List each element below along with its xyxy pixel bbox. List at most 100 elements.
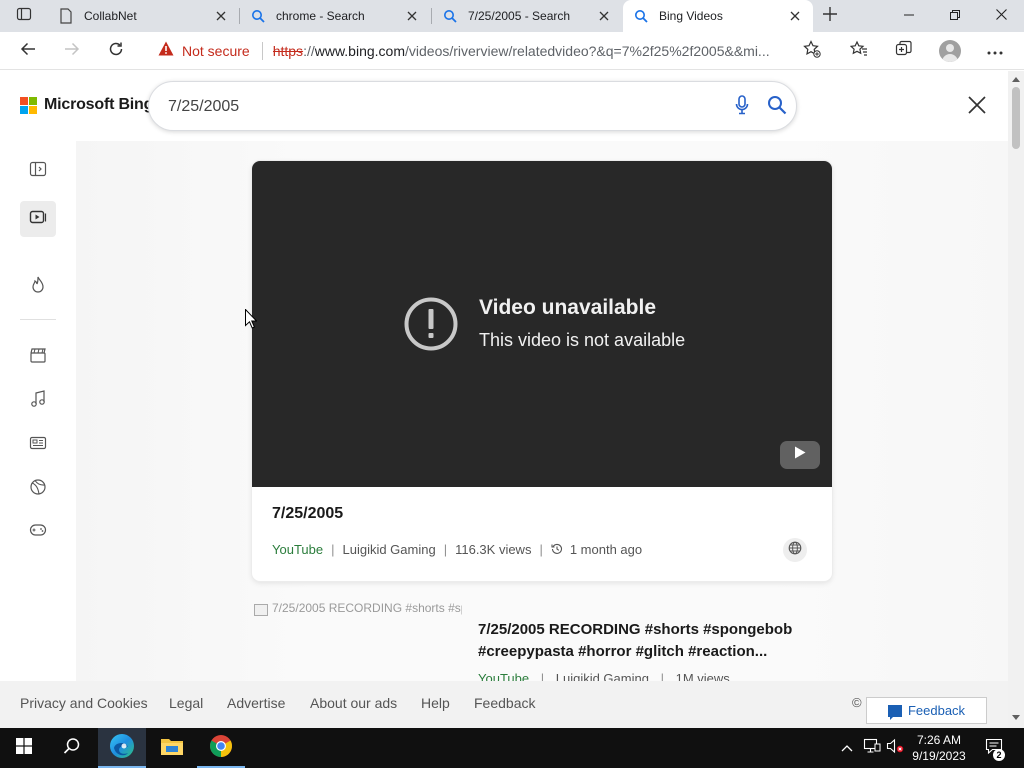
tab-collabnet[interactable]: CollabNet (48, 0, 239, 32)
related-video-channel[interactable]: Luigikid Gaming (556, 671, 649, 681)
taskbar-clock[interactable]: 7:26 AM 9/19/2023 (903, 732, 975, 764)
close-icon (995, 7, 1007, 25)
tab-chrome-search[interactable]: chrome - Search (240, 0, 430, 32)
video-source[interactable]: YouTube (272, 542, 323, 557)
taskbar-chrome-button[interactable] (197, 728, 245, 768)
tab-close-icon[interactable] (787, 8, 803, 24)
minimize-icon (904, 7, 914, 25)
add-favorite-button[interactable] (796, 35, 828, 67)
windows-logo-icon (16, 737, 32, 759)
search-box (148, 81, 797, 131)
restore-button[interactable] (932, 0, 978, 32)
browser-toolbar: Not secure https://www.bing.com/videos/r… (0, 32, 1024, 70)
footer-link-legal[interactable]: Legal (169, 695, 203, 711)
feedback-chat-icon (887, 704, 902, 720)
video-card: Video unavailable This video is not avai… (252, 161, 832, 581)
network-monitor-icon (863, 738, 881, 759)
related-video-source[interactable]: YouTube (478, 671, 529, 681)
news-icon (29, 435, 47, 456)
meta-divider: | (443, 541, 448, 557)
tab-actions-icon (16, 6, 32, 27)
tab-strip: CollabNet chrome - Search 7/25/2005 - Se… (0, 0, 1024, 32)
footer-link-help[interactable]: Help (421, 695, 450, 711)
youtube-play-button[interactable] (780, 441, 820, 469)
related-video-item[interactable]: 7/25/2005 RECORDING #shorts #spongebob 7… (252, 601, 832, 681)
profile-avatar[interactable] (939, 40, 961, 62)
search-icon (63, 737, 81, 760)
video-title[interactable]: 7/25/2005 (272, 505, 343, 523)
show-hidden-icons-button[interactable] (836, 728, 858, 768)
play-triangle-icon (794, 446, 806, 464)
taskbar-edge-button[interactable] (98, 728, 146, 768)
feedback-button[interactable]: Feedback (866, 697, 987, 724)
tab-actions-button[interactable] (0, 0, 48, 32)
network-button[interactable] (860, 728, 884, 768)
tab-date-search[interactable]: 7/25/2005 - Search (432, 0, 622, 32)
refresh-button[interactable] (100, 35, 132, 67)
video-meta: YouTube | Luigikid Gaming | 116.3K views… (272, 541, 642, 557)
address-bar[interactable]: Not secure https://www.bing.com/videos/r… (146, 36, 828, 66)
tab-title: chrome - Search (276, 9, 365, 23)
url-scheme: https (272, 43, 304, 59)
nav-trending-button[interactable] (20, 269, 56, 305)
nav-sports-button[interactable] (20, 471, 56, 507)
clock-date: 9/19/2023 (912, 749, 966, 763)
music-note-icon (30, 389, 46, 413)
related-video-thumbnail[interactable]: 7/25/2005 RECORDING #shorts #spongebob (252, 601, 462, 681)
start-button[interactable] (0, 728, 48, 768)
settings-menu-button[interactable] (979, 35, 1011, 67)
scroll-down-arrow-icon[interactable] (1012, 715, 1020, 720)
page-scrollbar[interactable] (1008, 71, 1024, 728)
search-input[interactable] (168, 97, 708, 117)
taskbar-file-explorer-button[interactable] (148, 728, 196, 768)
meta-divider: | (540, 671, 545, 681)
tab-bing-videos[interactable]: Bing Videos (623, 0, 813, 32)
chevron-up-icon (841, 739, 853, 757)
tab-close-icon[interactable] (404, 8, 420, 24)
not-secure-indicator[interactable]: Not secure (158, 41, 250, 61)
back-button[interactable] (12, 35, 44, 67)
nav-videos-button[interactable] (20, 201, 56, 237)
refresh-icon (108, 41, 124, 62)
tab-close-icon[interactable] (596, 8, 612, 24)
open-source-button[interactable] (783, 538, 807, 562)
close-video-viewer-button[interactable] (962, 93, 992, 121)
search-icon (633, 8, 649, 24)
video-unavailable-title: Video unavailable (479, 296, 657, 319)
tab-close-icon[interactable] (213, 8, 229, 24)
action-center-button[interactable] (980, 728, 1008, 768)
taskbar-search-button[interactable] (48, 728, 96, 768)
address-separator (261, 42, 263, 60)
footer-link-about-ads[interactable]: About our ads (310, 695, 397, 711)
related-video-title[interactable]: 7/25/2005 RECORDING #shorts #spongebob #… (478, 619, 818, 663)
scrollbar-thumb[interactable] (1012, 87, 1020, 149)
url-path: /videos/riverview/relatedvideo?&q=7%2f25… (405, 43, 770, 59)
nav-news-button[interactable] (20, 427, 56, 463)
mouse-cursor-icon (245, 309, 257, 329)
forward-button[interactable] (56, 35, 88, 67)
footer-link-feedback[interactable]: Feedback (474, 695, 535, 711)
nav-music-button[interactable] (20, 383, 56, 419)
close-window-button[interactable] (978, 0, 1024, 32)
page-icon (58, 8, 74, 24)
nav-movies-button[interactable] (20, 339, 56, 375)
minimize-button[interactable] (886, 0, 932, 32)
new-tab-button[interactable] (816, 2, 844, 30)
not-secure-label: Not secure (182, 43, 250, 59)
logo-text: Microsoft Bing (44, 96, 154, 113)
video-channel[interactable]: Luigikid Gaming (342, 542, 435, 557)
voice-search-button[interactable] (731, 94, 753, 119)
microsoft-bing-logo[interactable]: Microsoft Bing (20, 96, 153, 114)
scroll-up-arrow-icon[interactable] (1012, 77, 1020, 82)
nav-collapse-button[interactable] (20, 153, 56, 189)
clock-history-icon (551, 543, 563, 555)
search-submit-button[interactable] (764, 94, 790, 120)
video-player[interactable]: Video unavailable This video is not avai… (252, 161, 832, 487)
nav-gaming-button[interactable] (20, 514, 56, 550)
broken-image-icon (254, 604, 268, 616)
collections-button[interactable] (888, 35, 920, 67)
footer-link-privacy[interactable]: Privacy and Cookies (20, 695, 148, 711)
url-host: www.bing.com (314, 43, 405, 59)
favorites-button[interactable] (843, 35, 875, 67)
footer-link-advertise[interactable]: Advertise (227, 695, 285, 711)
